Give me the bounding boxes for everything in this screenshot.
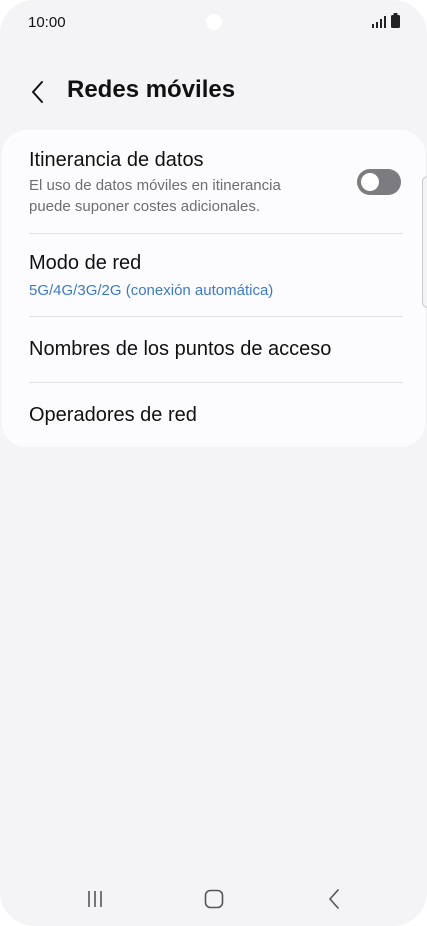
back-icon	[329, 889, 339, 909]
recents-icon	[88, 891, 102, 907]
home-button[interactable]	[199, 884, 229, 914]
data-roaming-description: El uso de datos móviles en itinerancia p…	[29, 177, 281, 215]
network-operators-item[interactable]: Operadores de red	[2, 383, 425, 447]
front-camera	[206, 14, 222, 30]
app-header: Redes móviles	[0, 72, 427, 112]
recents-button[interactable]	[80, 884, 110, 914]
chevron-left-icon	[32, 81, 43, 103]
battery-icon	[391, 13, 400, 33]
navigation-bar	[0, 872, 427, 926]
settings-card: Itinerancia de datos El uso de datos móv…	[2, 130, 425, 447]
nav-back-button[interactable]	[319, 884, 349, 914]
access-point-names-item[interactable]: Nombres de los puntos de acceso	[2, 317, 425, 382]
scroll-indicator[interactable]	[422, 176, 427, 308]
signal-icon	[372, 15, 386, 33]
back-button[interactable]	[24, 78, 52, 106]
status-bar: 10:00	[0, 0, 427, 46]
access-point-names-title: Nombres de los puntos de acceso	[29, 338, 332, 360]
page-title: Redes móviles	[67, 76, 236, 103]
network-mode-value: 5G/4G/3G/2G (conexión automática)	[29, 282, 274, 299]
home-icon	[204, 889, 224, 909]
network-mode-item[interactable]: Modo de red 5G/4G/3G/2G (conexión automá…	[2, 234, 425, 316]
data-roaming-toggle[interactable]	[357, 169, 401, 195]
status-time: 10:00	[28, 14, 66, 31]
data-roaming-title: Itinerancia de datos	[29, 149, 204, 171]
toggle-knob	[361, 173, 379, 191]
network-operators-title: Operadores de red	[29, 404, 197, 426]
phone-screen: 10:00 Redes móviles Itinerancia de datos…	[0, 0, 427, 926]
data-roaming-item[interactable]: Itinerancia de datos El uso de datos móv…	[2, 130, 425, 233]
network-mode-title: Modo de red	[29, 252, 142, 274]
